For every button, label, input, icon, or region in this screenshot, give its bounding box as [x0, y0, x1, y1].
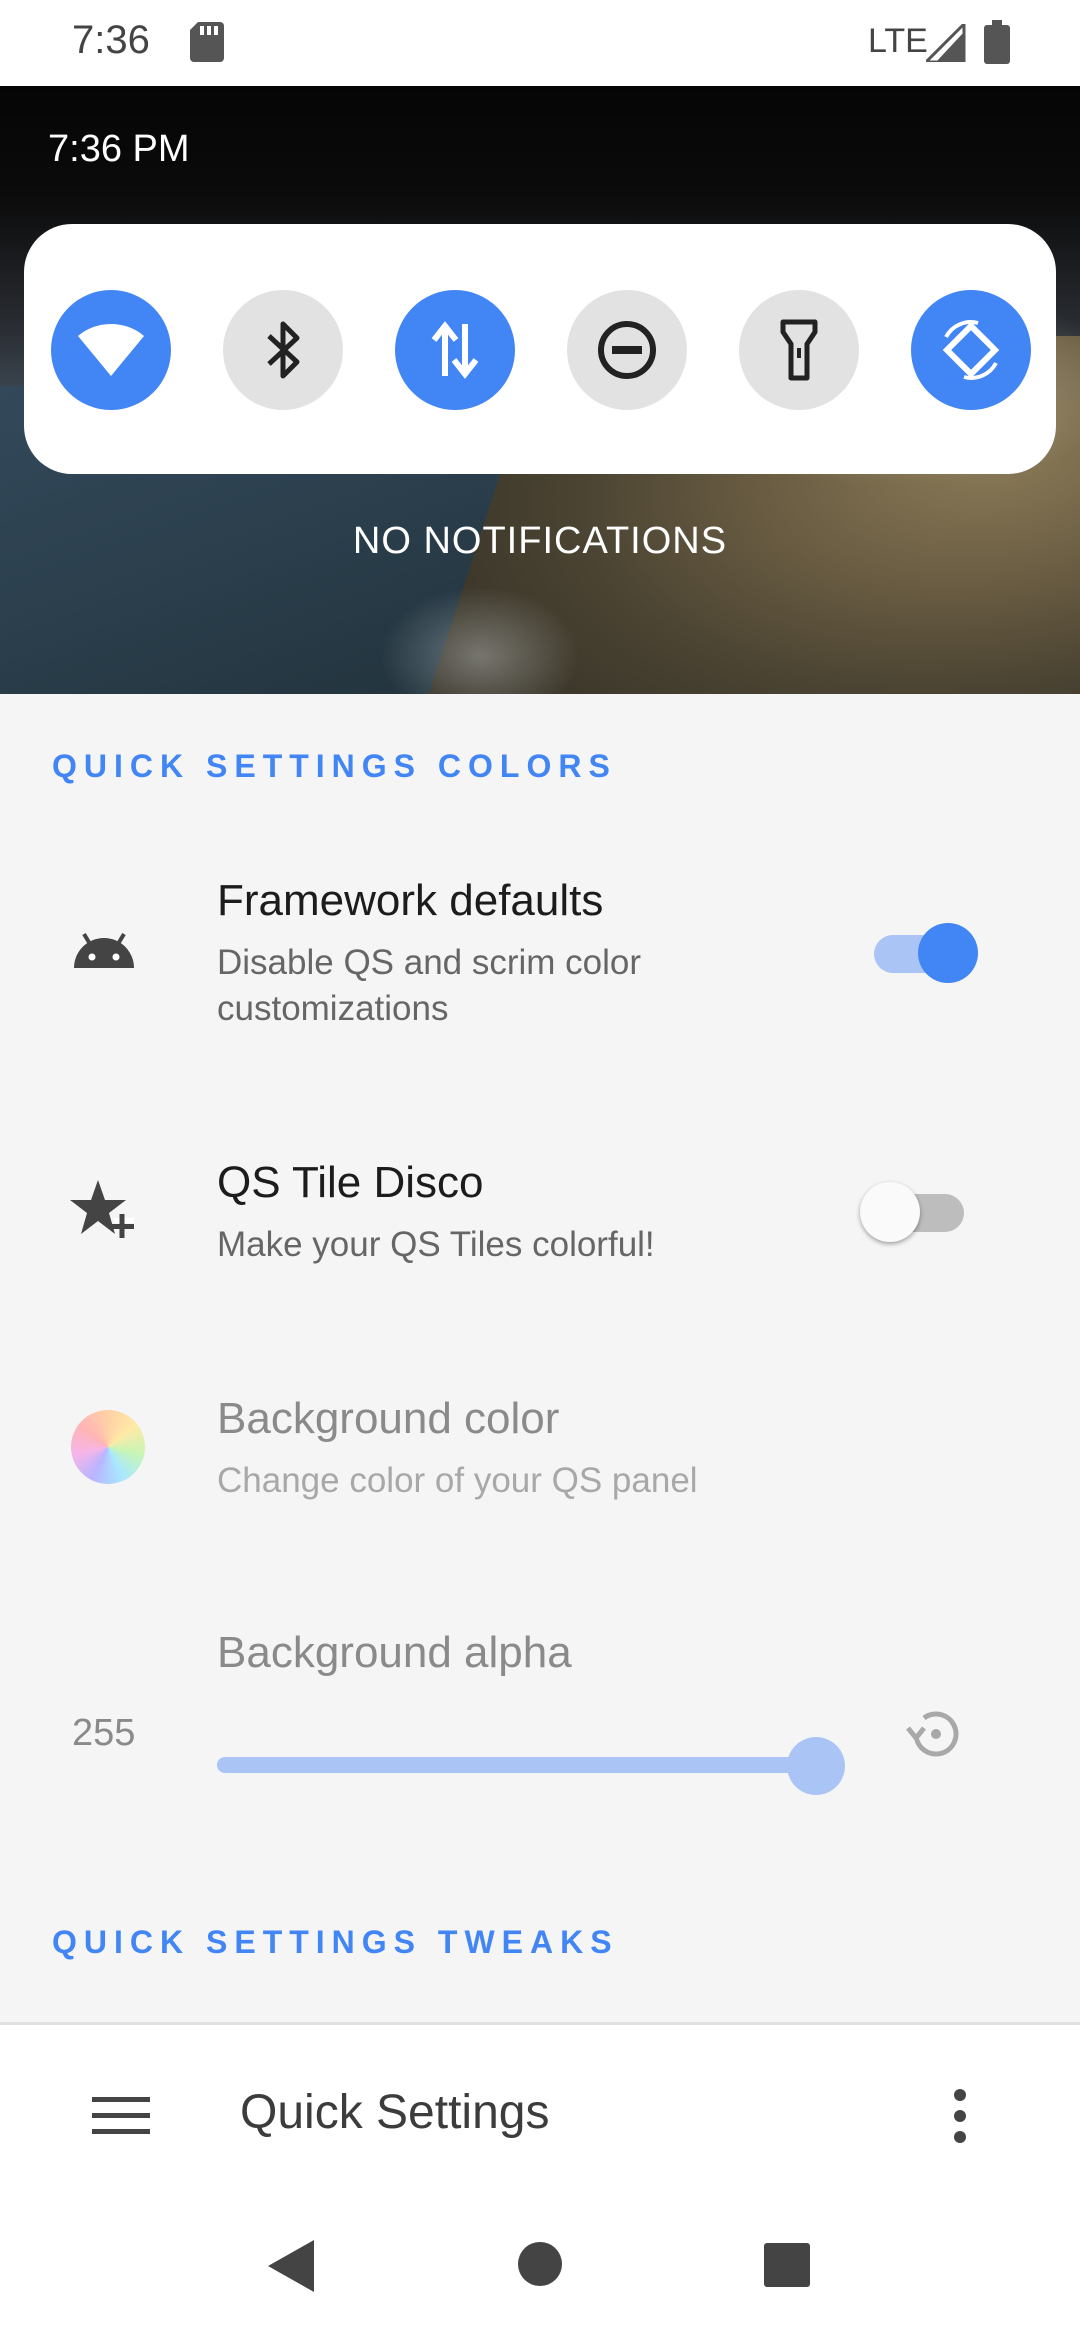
color-wheel-icon [71, 1410, 145, 1484]
sd-card-icon [190, 22, 224, 67]
flashlight-icon [780, 319, 818, 381]
background-color-summary: Change color of your QS panel [217, 1461, 698, 1500]
background-alpha-slider-track[interactable] [217, 1757, 817, 1773]
bottom-app-bar: Quick Settings [0, 2022, 1080, 2205]
background-alpha-value: 255 [72, 1712, 136, 1754]
background-alpha-title: Background alpha [217, 1628, 572, 1677]
battery-icon [984, 20, 1010, 69]
section-header-tweaks: QUICK SETTINGS TWEAKS [52, 1924, 619, 1960]
dnd-tile[interactable] [567, 290, 687, 410]
reset-icon[interactable] [902, 1704, 966, 1769]
qs-tile-disco-summary: Make your QS Tiles colorful! [217, 1225, 655, 1264]
flashlight-tile[interactable] [739, 290, 859, 410]
bluetooth-icon [267, 321, 300, 379]
android-icon [70, 930, 138, 975]
section-header-colors: QUICK SETTINGS COLORS [52, 748, 617, 784]
data-arrows-icon [431, 321, 479, 379]
wallpaper-foam [380, 586, 580, 694]
menu-icon[interactable] [92, 2095, 150, 2142]
dnd-icon [598, 321, 656, 379]
back-icon[interactable] [268, 2240, 314, 2297]
framework-defaults-switch[interactable] [868, 921, 978, 983]
recents-icon[interactable] [764, 2243, 810, 2292]
switch-thumb [860, 1182, 920, 1242]
switch-thumb [918, 923, 978, 983]
star-add-icon [70, 1178, 136, 1247]
background-color-title: Background color [217, 1394, 560, 1443]
signal-icon [922, 20, 966, 67]
app-bar-title: Quick Settings [240, 2086, 550, 2139]
bluetooth-tile[interactable] [223, 290, 343, 410]
network-type: LTE [868, 22, 928, 60]
home-icon[interactable] [518, 2242, 562, 2291]
qs-tile-disco-title: QS Tile Disco [217, 1158, 484, 1207]
auto-rotate-tile[interactable] [911, 290, 1031, 410]
qs-tile-disco-switch[interactable] [860, 1180, 970, 1242]
background-alpha-slider-thumb[interactable] [787, 1737, 845, 1795]
wifi-tile[interactable] [51, 290, 171, 410]
wifi-icon [78, 324, 144, 376]
quick-settings-panel [24, 224, 1056, 474]
no-notifications-label: NO NOTIFICATIONS [352, 520, 728, 562]
system-nav-bar [0, 2200, 1080, 2340]
status-bar: 7:36 LTE [0, 0, 1080, 86]
status-time: 7:36 [72, 18, 150, 62]
mobile-data-tile[interactable] [395, 290, 515, 410]
rotate-icon [942, 320, 1000, 380]
shade-clock: 7:36 PM [48, 128, 190, 170]
framework-defaults-title: Framework defaults [217, 876, 604, 925]
more-options-icon[interactable] [952, 2089, 968, 2148]
framework-defaults-summary: Disable QS and scrim color customization… [217, 943, 642, 1028]
